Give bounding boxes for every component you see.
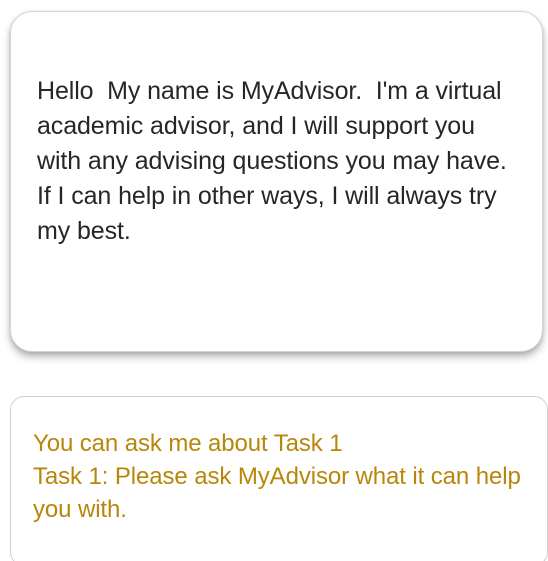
- chat-panel: Hello My name is MyAdvisor. I'm a virtua…: [0, 0, 548, 561]
- task-prompt-heading: You can ask me about Task 1: [33, 430, 343, 457]
- advisor-message-bubble: Hello My name is MyAdvisor. I'm a virtua…: [10, 11, 543, 352]
- task-prompt-box: You can ask me about Task 1 Task 1: Plea…: [10, 396, 548, 561]
- advisor-message-text: Hello My name is MyAdvisor. I'm a virtua…: [37, 77, 514, 245]
- task-prompt-instruction: Task 1: Please ask MyAdvisor what it can…: [33, 463, 521, 523]
